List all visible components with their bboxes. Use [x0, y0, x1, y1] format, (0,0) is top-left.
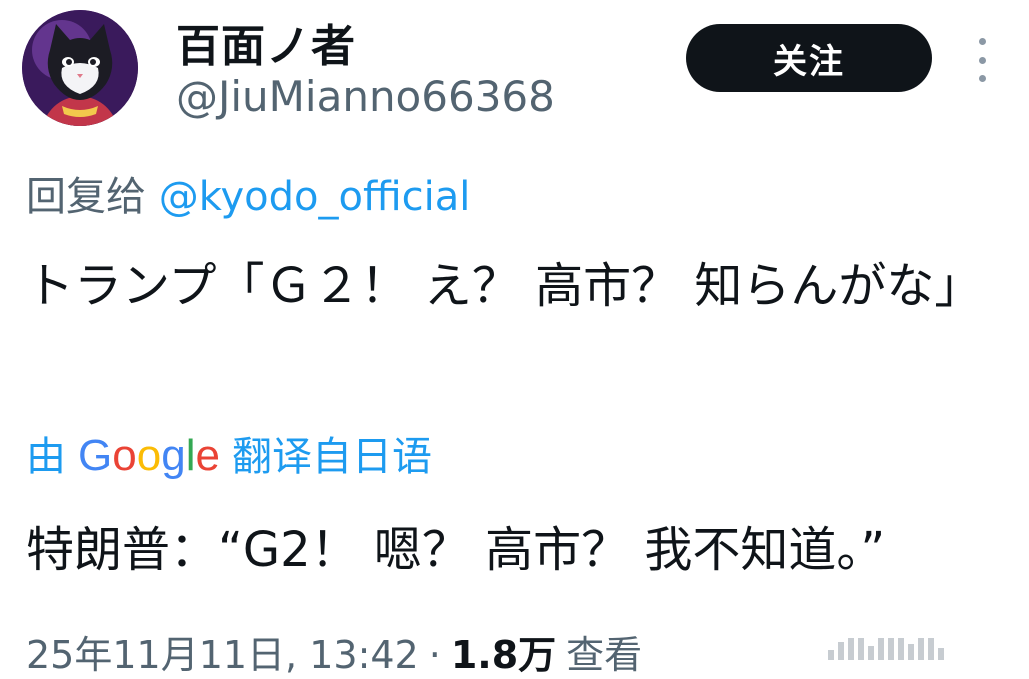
views-label: 查看 — [566, 633, 643, 677]
meta-separator: · — [428, 633, 441, 677]
watermark — [828, 636, 1008, 660]
google-letter: g — [161, 431, 186, 480]
cat-avatar-icon — [22, 10, 138, 126]
translation-suffix: 翻译自日语 — [231, 434, 432, 480]
reply-prefix: 回复给 — [26, 174, 146, 220]
google-letter: l — [185, 431, 196, 480]
avatar[interactable] — [22, 10, 138, 126]
tweet-card: 百面ノ者 @JiuMianno66368 关注 回复给 @kyodo_offic… — [0, 0, 1029, 677]
google-letter: o — [112, 431, 137, 480]
more-vertical-icon[interactable] — [968, 38, 996, 82]
google-letter: o — [136, 431, 162, 480]
translation-attribution[interactable]: 由 Google 翻译自日语 — [26, 424, 432, 482]
google-letter: e — [195, 431, 220, 480]
follow-button[interactable]: 关注 — [686, 24, 932, 92]
translation-prefix: 由 — [26, 434, 66, 480]
display-name[interactable]: 百面ノ者 — [176, 10, 356, 74]
reply-context: 回复给 @kyodo_official — [26, 164, 470, 222]
tweet-text: トランプ「Ｇ２！ え？ 高市？ 知らんがな」 — [26, 258, 983, 314]
views-count: 1.8万 — [450, 633, 557, 677]
more-dot — [978, 75, 986, 82]
user-handle[interactable]: @JiuMianno66368 — [176, 72, 555, 121]
reply-mention-link[interactable]: @kyodo_official — [159, 174, 471, 220]
tweet-meta: 25年11月11日, 13:42 · 1.8万 查看 — [26, 624, 642, 679]
more-dot — [978, 38, 986, 45]
google-logo: Google — [78, 431, 220, 481]
more-dot — [978, 56, 986, 64]
translated-text: 特朗普：“G2！ 嗯？ 高市？ 我不知道。” — [26, 522, 886, 578]
timestamp[interactable]: 25年11月11日, 13:42 — [26, 624, 419, 679]
google-letter: G — [78, 431, 113, 480]
